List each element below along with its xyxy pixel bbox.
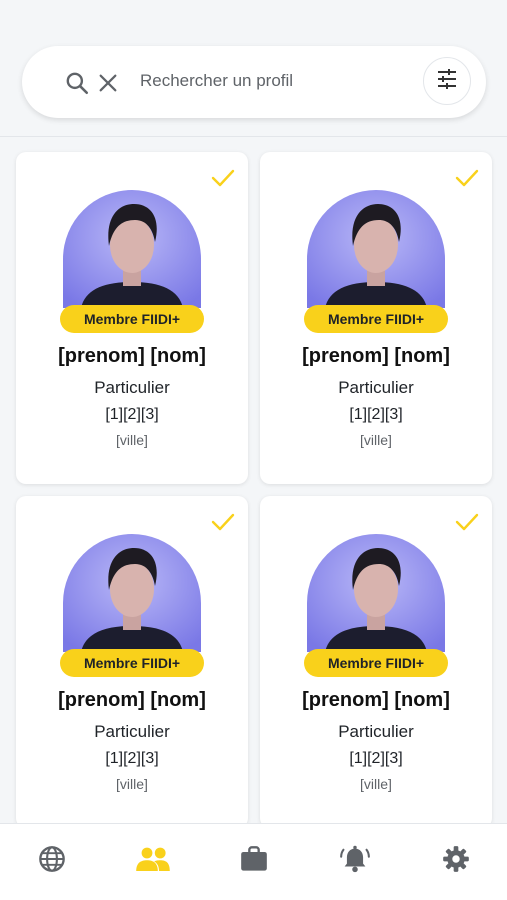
profile-city: [ville] [360,776,392,792]
check-icon [211,168,235,188]
check-icon [455,512,479,532]
profile-name: [prenom] [nom] [302,689,450,711]
profile-type: Particulier [338,722,414,741]
member-badge: Membre FIIDI+ [60,305,204,333]
search-input[interactable] [140,66,430,96]
nav-alerts[interactable] [340,845,370,878]
avatar [307,534,445,652]
profile-name: [prenom] [nom] [58,345,206,367]
avatar [63,534,201,652]
nav-settings[interactable] [441,845,471,878]
profile-card[interactable]: Membre FIIDI+ [prenom] [nom] Particulier… [16,496,248,823]
member-badge: Membre FIIDI+ [304,305,448,333]
avatar [307,190,445,308]
profile-type: Particulier [338,378,414,397]
globe-icon [38,845,66,878]
profile-name: [prenom] [nom] [302,345,450,367]
search-icon[interactable] [64,70,90,96]
gear-icon [442,845,470,878]
filter-button[interactable] [423,57,471,105]
profile-type: Particulier [94,722,170,741]
bell-icon [340,845,370,878]
profile-card[interactable]: Membre FIIDI+ [prenom] [nom] Particulier… [260,496,492,823]
close-icon[interactable] [97,72,119,94]
member-badge: Membre FIIDI+ [60,649,204,677]
profile-card[interactable]: Membre FIIDI+ [prenom] [nom] Particulier… [16,152,248,484]
bottom-nav [0,823,507,900]
profile-city: [ville] [116,776,148,792]
profile-type: Particulier [94,378,170,397]
sliders-icon [435,67,459,96]
nav-people[interactable] [135,845,171,878]
profile-city: [ville] [116,432,148,448]
nav-jobs[interactable] [239,845,269,877]
profile-card[interactable]: Membre FIIDI+ [prenom] [nom] Particulier… [260,152,492,484]
nav-globe[interactable] [37,845,67,878]
profile-name: [prenom] [nom] [58,689,206,711]
profile-grid: Membre FIIDI+ [prenom] [nom] Particulier… [0,137,507,823]
profile-tags: [1][2][3] [349,750,403,767]
profile-city: [ville] [360,432,392,448]
check-icon [455,168,479,188]
member-badge: Membre FIIDI+ [304,649,448,677]
people-icon [135,845,171,878]
check-icon [211,512,235,532]
search-bar[interactable] [22,46,486,118]
profile-tags: [1][2][3] [105,750,159,767]
profile-tags: [1][2][3] [349,406,403,423]
avatar [63,190,201,308]
profile-tags: [1][2][3] [105,406,159,423]
briefcase-icon [240,845,268,877]
search-header [0,0,507,137]
